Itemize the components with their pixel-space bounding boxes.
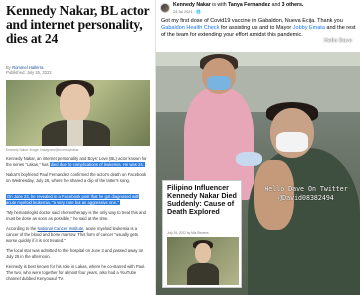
article-paragraph-1: Kennedy Nakar, an internet personality a… bbox=[6, 156, 150, 168]
byline-date: Published: July 26, 2022 bbox=[6, 70, 52, 75]
with-text: is with bbox=[212, 2, 227, 8]
image-caption: Kennedy Nakar. Image: Instagram/@kennedy… bbox=[6, 148, 79, 152]
portrait-shirt bbox=[67, 120, 83, 146]
article-paragraph-7: Kennedy is best known for his role in La… bbox=[6, 264, 146, 281]
glove bbox=[236, 152, 262, 166]
others-link[interactable]: 3 others. bbox=[282, 2, 304, 8]
article-paragraph-2: Nakar's boyfriend Paul Fernandez confirm… bbox=[6, 172, 147, 183]
post-text-segment: for assisting us and to Mayor bbox=[220, 25, 292, 31]
article-paragraph-4: "My hematologist doctor said chemotherap… bbox=[6, 210, 146, 221]
tag-jobby-emata[interactable]: Jobby Emata bbox=[293, 25, 325, 31]
paragraph-text: According to the bbox=[6, 226, 37, 231]
article-paragraph-3: On June 23, he revealed in a Facebook po… bbox=[6, 194, 150, 206]
man-mask bbox=[276, 132, 308, 152]
avatar[interactable] bbox=[160, 3, 170, 13]
post-header: Kennedy Nakar is with Tanya Fernandez an… bbox=[173, 2, 303, 8]
tagged-user-link[interactable]: Tanya Fernandez bbox=[228, 2, 270, 8]
inset-date: July 26, 2022 by Mia Stevens bbox=[167, 231, 209, 235]
article-hero-image bbox=[6, 80, 150, 146]
post-author-link[interactable]: Kennedy Nakar bbox=[173, 2, 211, 8]
post-text-segment: Got my first dose of Covid19 vaccine in … bbox=[161, 18, 343, 24]
inset-headline: Filipino Influencer Kennedy Nakar Died S… bbox=[167, 183, 237, 216]
watermark-line-1: Hello Dave On Twitter bbox=[264, 185, 348, 193]
tag-gabaldon-health-check[interactable]: Gabaldon Health Check bbox=[161, 25, 219, 31]
nci-link[interactable]: National Cancer Institute bbox=[37, 226, 83, 231]
news-article-panel: Kennedy Nakar, BL actor and internet per… bbox=[0, 0, 156, 295]
highlighted-text: died due to complications of leukemia. H… bbox=[49, 162, 145, 167]
article-paragraph-5: According to the National Cancer Institu… bbox=[6, 226, 150, 244]
inset-thumbnail bbox=[167, 237, 239, 285]
and-text: and bbox=[271, 2, 281, 8]
highlighted-text: On June 23, he revealed in a Facebook po… bbox=[6, 194, 140, 205]
hello-dave-watermark: Hello Dave bbox=[323, 38, 352, 44]
thumbnail-face bbox=[195, 243, 211, 263]
article-paragraph-6: The local star was admitted to the hospi… bbox=[6, 248, 144, 259]
nurse-mask bbox=[207, 76, 231, 90]
twitter-watermark: Hello Dave On Twitter @David08382494 bbox=[258, 185, 354, 203]
post-card: Kennedy Nakar is with Tanya Fernandez an… bbox=[156, 0, 360, 52]
post-timestamp[interactable]: 24 Jul 2021 · 🌐 bbox=[173, 9, 201, 14]
thumbnail-jacket bbox=[187, 263, 219, 285]
article-byline: By Rommel Hallerra Published: July 26, 2… bbox=[6, 65, 52, 75]
article-headline: Kennedy Nakar, BL actor and internet per… bbox=[6, 3, 150, 46]
facebook-post-panel: Kennedy Nakar is with Tanya Fernandez an… bbox=[156, 0, 360, 295]
portrait-face bbox=[60, 84, 90, 122]
photo-tent bbox=[156, 52, 360, 66]
inset-article-card[interactable]: Filipino Influencer Kennedy Nakar Died S… bbox=[162, 180, 242, 288]
watermark-line-2: @David08382494 bbox=[278, 194, 334, 202]
post-text: Got my first dose of Covid19 vaccine in … bbox=[161, 18, 357, 39]
